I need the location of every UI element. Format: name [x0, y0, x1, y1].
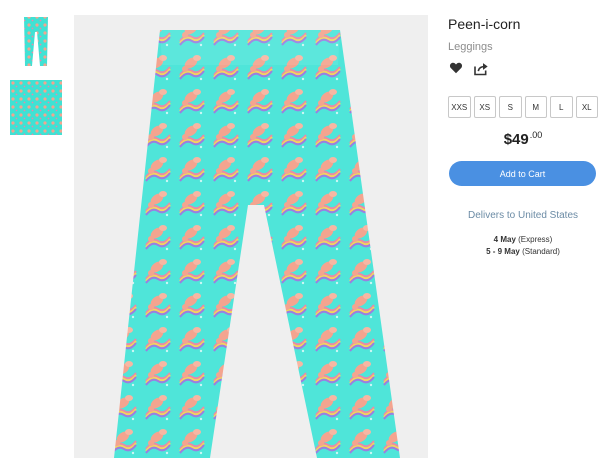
product-actions	[448, 61, 508, 77]
product-price: $49.00	[448, 130, 598, 148]
delivery-option-express: 4 May (Express)	[448, 235, 598, 244]
thumbnail-leggings[interactable]	[10, 14, 62, 69]
product-category[interactable]: Leggings	[448, 41, 493, 53]
share-icon[interactable]	[473, 61, 489, 77]
product-image	[74, 15, 428, 458]
price-cents: .00	[529, 130, 543, 140]
size-option-xs[interactable]: XS	[473, 96, 496, 118]
size-option-xl[interactable]: XL	[575, 96, 598, 118]
size-option-s[interactable]: S	[499, 96, 522, 118]
size-option-m[interactable]: M	[524, 96, 547, 118]
delivery-heading[interactable]: Delivers to United States	[448, 210, 598, 221]
delivery-date: 5 - 9 May	[486, 247, 520, 256]
add-to-cart-button[interactable]: Add to Cart	[449, 161, 596, 186]
delivery-method: (Express)	[515, 235, 553, 244]
thumbnail-list	[10, 14, 62, 146]
delivery-method: (Standard)	[519, 247, 560, 256]
price-main: $49	[503, 131, 529, 148]
delivery-date: 4 May	[493, 235, 516, 244]
size-option-l[interactable]: L	[550, 96, 573, 118]
delivery-option-standard: 5 - 9 May (Standard)	[448, 247, 598, 256]
product-title: Peen-i-corn	[448, 16, 521, 32]
size-selector: XXS XS S M L XL	[448, 96, 598, 118]
thumbnail-pattern[interactable]	[10, 80, 62, 135]
size-option-xxs[interactable]: XXS	[448, 96, 471, 118]
heart-icon[interactable]	[449, 61, 465, 77]
